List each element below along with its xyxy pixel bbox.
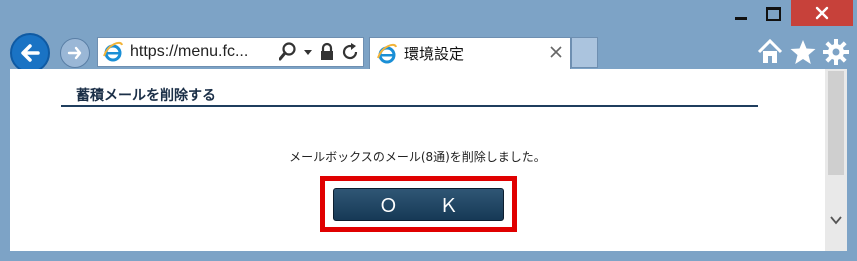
- ie-logo-icon: [377, 43, 397, 63]
- tab-title: 環境設定: [404, 45, 465, 63]
- page-content: 蓄積メールを削除する メールボックスのメール(8通)を削除しました。 Ｏ Ｋ: [10, 69, 825, 251]
- close-icon: [815, 6, 829, 20]
- minimize-button[interactable]: [728, 2, 754, 26]
- address-url: https://menu.fc...: [130, 43, 249, 60]
- forward-arrow-icon: [67, 46, 82, 60]
- refresh-icon[interactable]: [341, 42, 359, 62]
- maximize-button[interactable]: [760, 2, 786, 26]
- close-window-button[interactable]: [791, 0, 853, 26]
- back-arrow-icon: [21, 44, 40, 62]
- vertical-scrollbar[interactable]: [825, 69, 847, 251]
- search-icon[interactable]: [279, 42, 297, 62]
- back-button[interactable]: [10, 33, 50, 73]
- chevron-down-icon[interactable]: [830, 215, 842, 225]
- dropdown-icon[interactable]: [303, 42, 313, 62]
- home-icon[interactable]: [756, 38, 784, 66]
- section-header: 蓄積メールを削除する: [61, 85, 758, 107]
- page-title: 蓄積メールを削除する: [76, 88, 216, 104]
- address-bar[interactable]: https://menu.fc...: [97, 37, 364, 67]
- forward-button[interactable]: [60, 38, 90, 68]
- tab-settings[interactable]: 環境設定: [369, 37, 571, 69]
- new-tab-button[interactable]: [571, 37, 598, 68]
- lock-icon[interactable]: [319, 42, 335, 62]
- ie-logo-icon: [103, 41, 123, 62]
- close-tab-icon[interactable]: [550, 46, 562, 58]
- highlight-box: Ｏ Ｋ: [320, 176, 517, 232]
- scrollbar-thumb[interactable]: [828, 71, 844, 175]
- star-icon[interactable]: [789, 38, 817, 66]
- status-message: メールボックスのメール(8通)を削除しました。: [289, 150, 546, 164]
- ok-button[interactable]: Ｏ Ｋ: [333, 188, 504, 221]
- gear-icon[interactable]: [822, 38, 850, 66]
- browser-window: https://menu.fc... 環境設定 蓄積メールを削除する メールボッ…: [0, 0, 857, 261]
